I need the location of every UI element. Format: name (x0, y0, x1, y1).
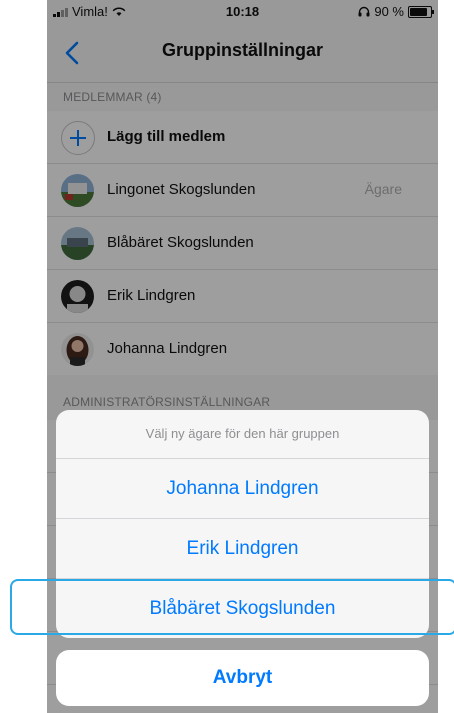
action-sheet-title: Välj ny ägare för den här gruppen (56, 410, 429, 459)
option-erik-lindgren[interactable]: Erik Lindgren (56, 519, 429, 579)
cancel-button[interactable]: Avbryt (56, 650, 429, 706)
option-johanna-lindgren[interactable]: Johanna Lindgren (56, 459, 429, 519)
selection-highlight (10, 579, 454, 635)
